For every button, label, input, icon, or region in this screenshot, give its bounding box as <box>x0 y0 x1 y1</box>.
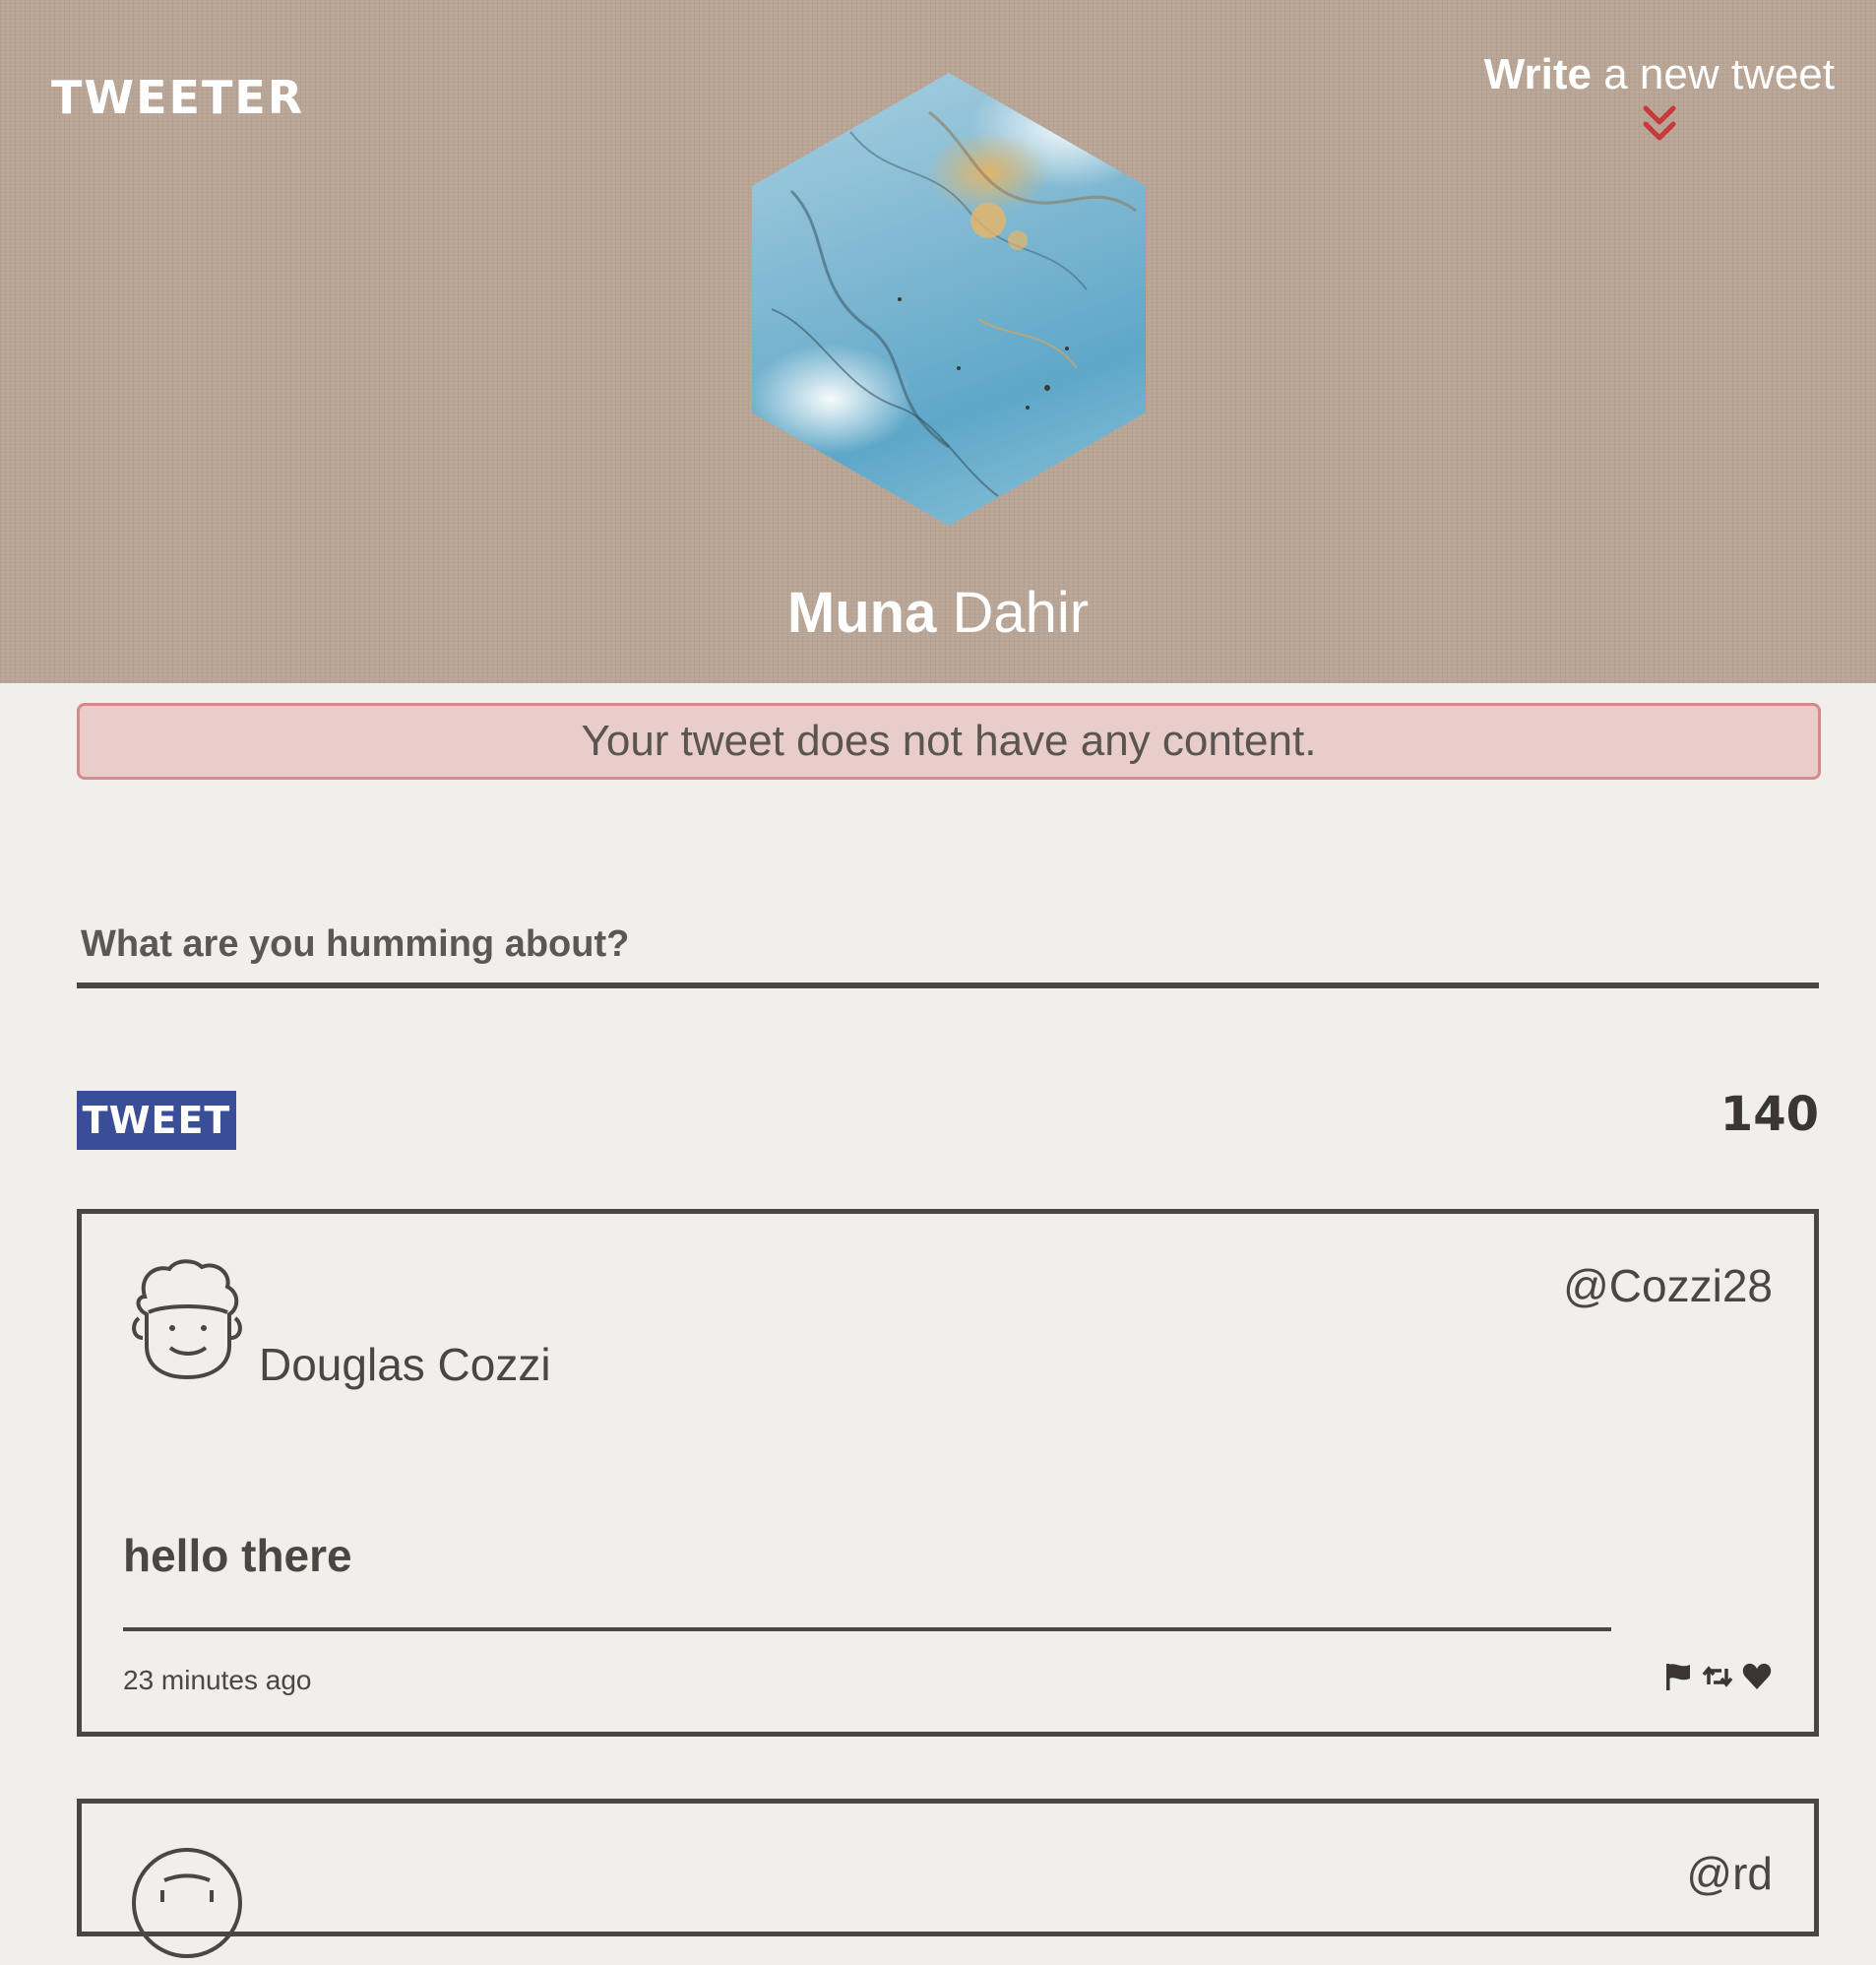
write-new-tweet-toggle[interactable]: Write a new tweet <box>1483 50 1835 146</box>
tweet-author-handle: @Cozzi28 <box>1563 1260 1773 1311</box>
flag-icon[interactable] <box>1662 1661 1694 1692</box>
tweet-card: Douglas Cozzi @Cozzi28 hello there 23 mi… <box>77 1209 1819 1737</box>
write-label-bold: Write <box>1483 50 1592 98</box>
write-label-rest: a new tweet <box>1591 50 1835 98</box>
profile-last-name: Dahir <box>952 581 1090 645</box>
tweet-divider <box>123 1627 1611 1631</box>
character-counter: 140 <box>1720 1087 1819 1142</box>
chevrons-down-icon[interactable] <box>1638 102 1681 146</box>
tweet-author-handle: @rd <box>1686 1848 1773 1899</box>
tweet-actions <box>1662 1661 1773 1692</box>
tweet-content: hello there <box>123 1530 352 1581</box>
user-avatar-icon <box>132 1259 242 1380</box>
tweet-author-name: Douglas Cozzi <box>259 1339 551 1390</box>
tweet-submit-button[interactable]: TWEET <box>77 1091 236 1150</box>
error-message: Your tweet does not have any content. <box>77 703 1821 780</box>
tweet-timestamp: 23 minutes ago <box>123 1665 312 1695</box>
tweet-card: @rd <box>77 1799 1819 1958</box>
profile-name: Muna Dahir <box>0 585 1876 642</box>
heart-icon[interactable] <box>1741 1661 1773 1692</box>
tweet-compose-input[interactable] <box>77 906 1819 988</box>
profile-header: TWEETER Write a new tweet Muna Dahir <box>0 0 1876 683</box>
profile-first-name: Muna <box>786 581 937 645</box>
user-avatar-icon <box>132 1848 242 1958</box>
marble-texture <box>771 110 1137 497</box>
write-new-tweet-label[interactable]: Write a new tweet <box>1483 50 1835 98</box>
profile-avatar <box>752 73 1146 526</box>
retweet-icon[interactable] <box>1702 1661 1733 1692</box>
app-logo[interactable]: TWEETER <box>51 75 304 120</box>
